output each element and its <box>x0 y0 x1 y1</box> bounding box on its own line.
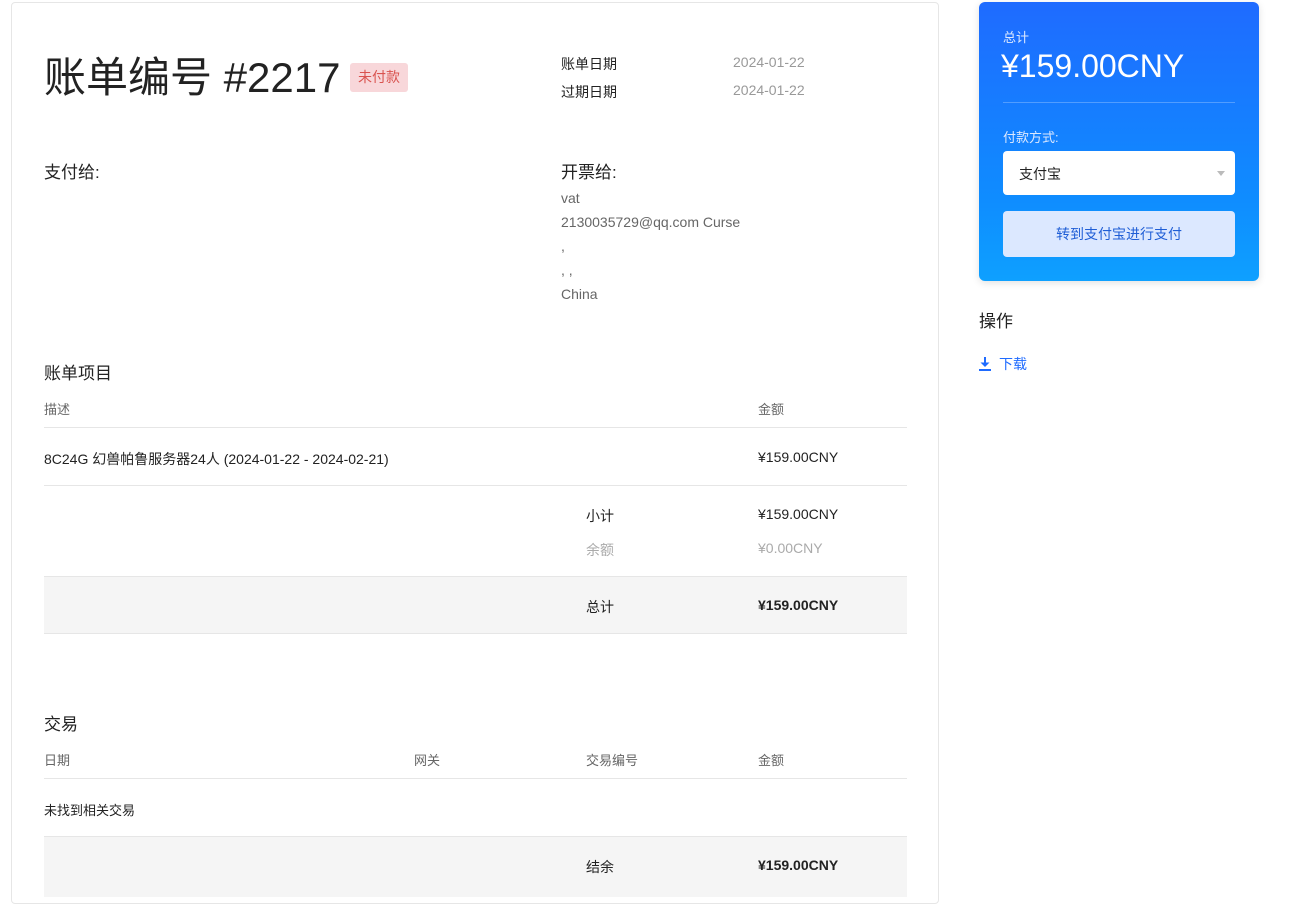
invoiced-to-address: vat 2130035729@qq.com Curse , , , China <box>561 186 740 306</box>
card-total-label: 总计 <box>1003 30 1030 45</box>
invoice-panel: 账单编号 #2217 未付款 账单日期 2024-01-22 过期日期 2024… <box>11 2 939 904</box>
invoice-title: 账单编号 #2217 <box>44 54 341 101</box>
items-heading: 账单项目 <box>44 364 112 383</box>
balance-label: 余额 <box>586 542 614 558</box>
txn-balance-value: ¥159.00CNY <box>758 857 839 873</box>
txn-col-gateway: 网关 <box>414 753 441 768</box>
address-line: vat <box>561 190 580 206</box>
balance-value: ¥0.00CNY <box>758 540 823 556</box>
payment-method-select[interactable]: 支付宝 <box>1003 151 1235 195</box>
total-value: ¥159.00CNY <box>758 597 839 613</box>
invoice-date-label: 账单日期 <box>561 56 617 72</box>
items-col-description: 描述 <box>44 402 71 417</box>
txn-balance-label: 结余 <box>586 859 614 875</box>
address-line: , <box>561 238 565 254</box>
payment-method-label: 付款方式: <box>1003 130 1059 145</box>
payment-card: 总计 ¥159.00CNY 付款方式: 支付宝 转到支付宝进行支付 <box>979 2 1259 281</box>
subtotal-label: 小计 <box>586 508 614 524</box>
pay-to-heading: 支付给: <box>44 163 100 182</box>
item-description: 8C24G 幻兽帕鲁服务器24人 (2024-01-22 - 2024-02-2… <box>44 451 389 467</box>
download-link[interactable]: 下载 <box>979 354 1027 374</box>
divider <box>44 778 907 779</box>
chevron-down-icon <box>1217 171 1225 176</box>
divider <box>44 633 907 634</box>
due-date-label: 过期日期 <box>561 84 617 100</box>
status-badge: 未付款 <box>350 63 408 92</box>
items-col-amount: 金额 <box>758 402 785 417</box>
txn-col-amount: 金额 <box>758 753 785 768</box>
transactions-heading: 交易 <box>44 715 78 734</box>
total-label: 总计 <box>586 599 614 615</box>
address-line: China <box>561 286 598 302</box>
item-amount: ¥159.00CNY <box>758 449 839 465</box>
txn-col-id: 交易编号 <box>586 753 639 768</box>
subtotal-value: ¥159.00CNY <box>758 506 839 522</box>
download-icon <box>979 357 991 371</box>
due-date-value: 2024-01-22 <box>733 82 805 98</box>
txn-balance-row: 结余 ¥159.00CNY <box>44 837 907 897</box>
invoice-date-value: 2024-01-22 <box>733 54 805 70</box>
payment-method-value: 支付宝 <box>1019 166 1061 182</box>
address-line: 2130035729@qq.com Curse <box>561 214 741 230</box>
pay-button[interactable]: 转到支付宝进行支付 <box>1003 211 1235 257</box>
divider <box>44 485 907 486</box>
divider <box>44 427 907 428</box>
card-total-amount: ¥159.00CNY <box>1001 48 1185 84</box>
actions-heading: 操作 <box>979 312 1013 331</box>
invoiced-to-heading: 开票给: <box>561 163 617 182</box>
download-label: 下载 <box>999 356 1027 372</box>
card-divider <box>1003 102 1235 103</box>
total-row: 总计 ¥159.00CNY <box>44 577 907 633</box>
address-line: , , <box>561 262 573 278</box>
txn-col-date: 日期 <box>44 753 71 768</box>
txn-empty-text: 未找到相关交易 <box>44 803 136 818</box>
